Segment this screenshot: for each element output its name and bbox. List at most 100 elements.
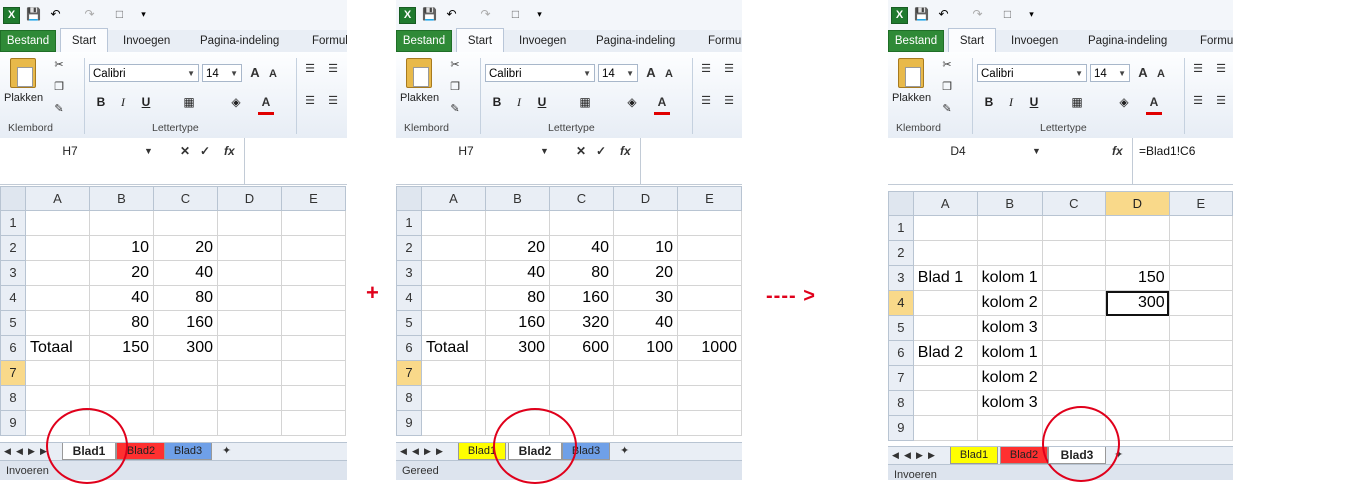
cell[interactable]: Totaal [25,335,90,361]
undo-icon[interactable]: ↶ [48,7,63,22]
font-size-select[interactable]: 14 ▼ [202,64,242,82]
cell[interactable]: 300 [485,335,550,361]
cell[interactable] [421,210,486,236]
insert-function-icon[interactable]: fx [224,141,235,161]
row-header[interactable]: 4 [396,285,422,311]
column-header[interactable]: D [217,186,282,211]
cell[interactable] [25,360,90,386]
tab-bestand[interactable]: Bestand [888,30,944,52]
cell[interactable]: 30 [613,285,678,311]
row-header[interactable]: 3 [888,265,914,291]
align-left-icon[interactable]: ☰ [699,94,713,108]
cell[interactable] [217,235,282,261]
cell[interactable]: kolom 2 [976,365,1043,391]
cell[interactable]: 40 [549,235,614,261]
cell[interactable] [912,365,978,391]
customize-toolbar-icon[interactable]: ▾ [1024,7,1039,22]
column-header[interactable]: D [613,186,678,211]
cell[interactable] [1041,265,1107,291]
last-sheet-icon[interactable]: ▶ [436,446,443,457]
column-header[interactable]: A [421,186,486,211]
borders-icon[interactable]: ▦ [577,93,593,111]
borders-icon[interactable]: ▦ [1069,93,1085,111]
cell[interactable]: 20 [153,235,218,261]
cell[interactable]: Totaal [421,335,486,361]
font-size-select[interactable]: 14 ▼ [1090,64,1130,82]
cell[interactable] [912,390,978,416]
sheet-tab-blad1[interactable]: Blad1 [62,443,116,460]
last-sheet-icon[interactable]: ▶ [928,450,935,461]
cell[interactable] [217,310,282,336]
cell[interactable]: kolom 2 [976,290,1043,316]
save-icon[interactable]: 💾 [914,7,929,22]
cell[interactable] [281,385,346,411]
cell[interactable]: 160 [549,285,614,311]
row-header[interactable]: 1 [888,215,914,241]
undo-icon[interactable]: ↶ [936,7,951,22]
font-name-select[interactable]: Calibri ▼ [977,64,1087,82]
cell[interactable] [89,360,154,386]
cell[interactable] [1041,315,1107,341]
insert-sheet-icon[interactable]: ✦ [222,444,231,457]
cell[interactable] [976,215,1043,241]
cell[interactable] [485,385,550,411]
align-middle-icon[interactable]: ☰ [722,62,736,76]
cell[interactable] [976,415,1043,441]
align-top-icon[interactable]: ☰ [1191,62,1205,76]
format-painter-icon[interactable]: ✎ [448,102,462,116]
cell[interactable]: 40 [153,260,218,286]
prev-sheet-icon[interactable]: ◀ [904,450,911,461]
borders-icon[interactable]: ▦ [181,93,197,111]
align-center-icon[interactable]: ☰ [1214,94,1228,108]
column-header[interactable]: B [89,186,154,211]
formula-input[interactable] [244,138,347,184]
row-header[interactable]: 6 [0,335,26,361]
tab-pagina-indeling[interactable]: Pagina-indeling [1088,30,1167,52]
new-document-icon[interactable]: □ [1000,7,1015,22]
tab-invoegen[interactable]: Invoegen [1011,30,1058,52]
cell[interactable] [912,290,978,316]
cell[interactable] [613,210,678,236]
tab-bestand[interactable]: Bestand [396,30,452,52]
cell[interactable] [421,285,486,311]
new-document-icon[interactable]: □ [508,7,523,22]
column-header[interactable]: D [1105,191,1170,216]
shrink-font-icon[interactable]: A [1154,67,1168,81]
formula-input[interactable] [640,138,742,184]
sheet-tab-blad2[interactable]: Blad2 [1000,447,1048,464]
cell[interactable]: 150 [1105,265,1170,291]
row-header[interactable]: 4 [888,290,914,316]
bold-button[interactable]: B [489,93,505,111]
cell[interactable] [217,335,282,361]
cell[interactable] [281,260,346,286]
row-header[interactable]: 6 [396,335,422,361]
column-header[interactable]: A [912,191,978,216]
row-header[interactable]: 9 [888,415,914,441]
cell[interactable]: 150 [89,335,154,361]
redo-icon[interactable]: ↷ [478,7,493,22]
first-sheet-icon[interactable]: ◀ [4,446,11,457]
cell[interactable]: Blad 1 [912,265,978,291]
row-header[interactable]: 5 [396,310,422,336]
tab-formules[interactable]: Formul [708,30,742,52]
tab-start[interactable]: Start [456,28,504,53]
font-size-select[interactable]: 14 ▼ [598,64,638,82]
cell[interactable]: 10 [613,235,678,261]
next-sheet-icon[interactable]: ▶ [28,446,35,457]
cell[interactable] [1105,240,1170,266]
cell[interactable] [217,360,282,386]
cell[interactable] [976,240,1043,266]
align-top-icon[interactable]: ☰ [303,62,317,76]
cell[interactable]: 10 [89,235,154,261]
cell[interactable]: 80 [549,260,614,286]
row-header[interactable]: 9 [396,410,422,436]
select-all-corner[interactable] [0,186,26,211]
cell[interactable] [677,310,742,336]
align-left-icon[interactable]: ☰ [1191,94,1205,108]
align-center-icon[interactable]: ☰ [722,94,736,108]
name-box-dropdown-icon[interactable]: ▼ [1032,141,1041,161]
cell[interactable] [613,410,678,436]
grow-font-icon[interactable]: A [1136,66,1150,80]
cut-icon[interactable]: ✂ [448,58,462,72]
fill-color-icon[interactable]: ◈ [228,93,244,111]
